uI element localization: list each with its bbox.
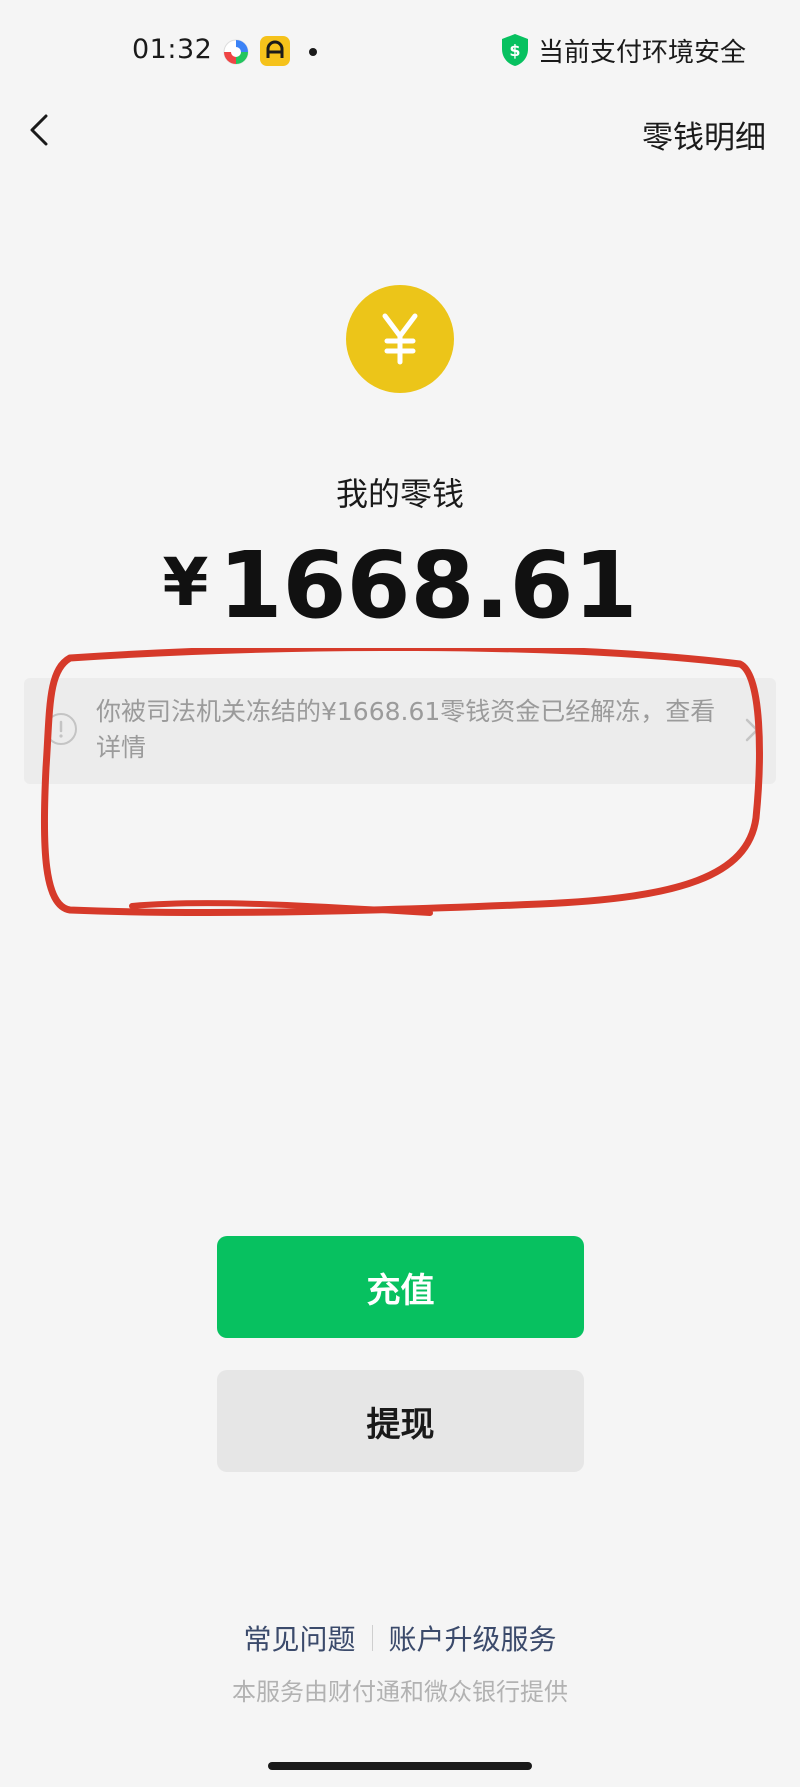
home-indicator[interactable] [268, 1762, 532, 1770]
payment-security-indicator: $ 当前支付环境安全 [500, 32, 746, 68]
yen-coin-icon [346, 285, 454, 393]
faq-link[interactable]: 常见问题 [243, 1618, 355, 1658]
footer-links: 常见问题 账户升级服务 [0, 1618, 800, 1658]
back-button[interactable] [26, 110, 56, 150]
notification-dot-icon [309, 48, 317, 56]
security-status-text: 当前支付环境安全 [537, 37, 746, 68]
status-time: 01:32 [132, 34, 213, 65]
service-provider-text: 本服务由财付通和微众银行提供 [232, 1678, 568, 1706]
status-bar: 01:32 $ 当前支付环境安全 [0, 0, 800, 100]
shield-dollar-icon: $ [501, 34, 528, 66]
balance-title: 我的零钱 [335, 475, 464, 513]
recharge-button[interactable]: 充值 [217, 1236, 584, 1338]
chevron-right-icon [745, 718, 759, 742]
chevron-left-icon [30, 114, 48, 146]
withdraw-button[interactable]: 提现 [217, 1370, 584, 1472]
balance-amount: ¥1668.61 [0, 532, 800, 639]
notice-text: 你被司法机关冻结的¥1668.61零钱资金已经解冻，查看详情 [96, 697, 716, 762]
transaction-details-link[interactable]: 零钱明细 [642, 112, 766, 157]
app-icon [223, 39, 249, 65]
balance-value: 1668.61 [218, 532, 638, 639]
currency-symbol: ¥ [162, 544, 209, 621]
app-icon [260, 36, 290, 66]
info-circle-icon [45, 713, 77, 745]
account-upgrade-link[interactable]: 账户升级服务 [389, 1618, 557, 1658]
notice-banner[interactable]: 你被司法机关冻结的¥1668.61零钱资金已经解冻，查看详情 [24, 678, 776, 784]
footer-divider [371, 1625, 373, 1651]
svg-text:$: $ [509, 41, 520, 60]
